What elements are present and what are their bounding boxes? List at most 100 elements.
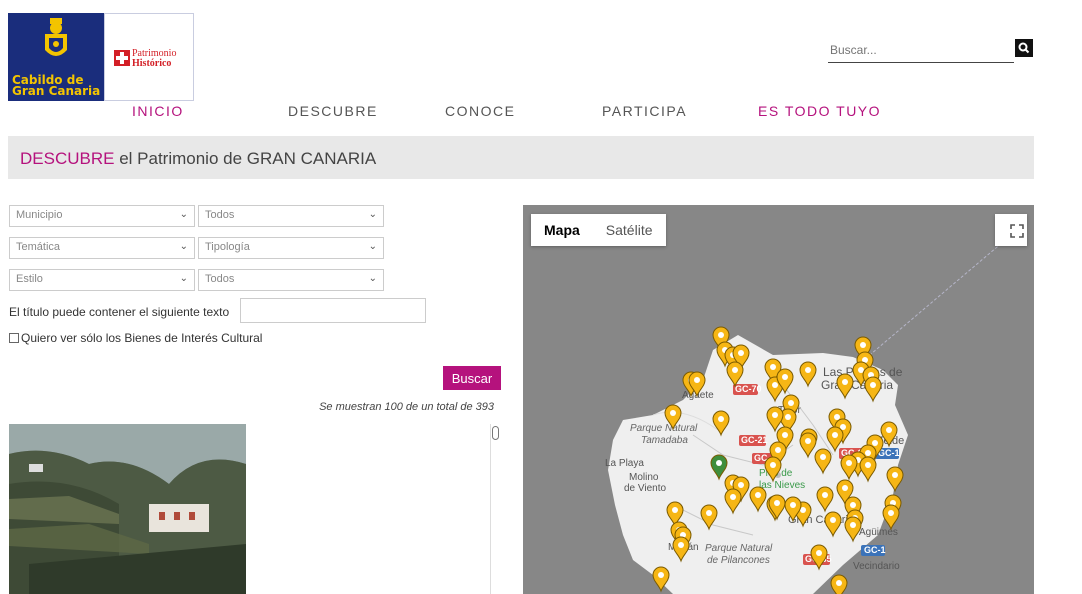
nav-es-todo-tuyo[interactable]: ES TODO TUYO [758,103,881,119]
cabildo-logo[interactable]: Cabildo de Gran Canaria [8,13,104,101]
estilo-select-value: Estilo [16,273,43,285]
map-marker-dot [782,374,788,380]
result-thumbnail[interactable] [9,424,246,594]
cabildo-logo-text-2: Gran Canaria [12,84,101,98]
map-marker-dot [782,432,788,438]
map-type-control: Mapa Satélite [531,214,666,246]
bic-checkbox[interactable] [9,333,19,343]
map-marker-dot [772,382,778,388]
road-label: GC-1 [864,545,886,555]
map-marker-dot [730,494,736,500]
nav-inicio[interactable]: INICIO [132,103,184,119]
map-marker-dot [870,382,876,388]
map-canvas[interactable]: GC-70 GC-21 GC- GC-10 GC-1 GC-1 GC-65 Ag… [523,205,1034,594]
chevron-down-icon: ⌄ [368,241,377,252]
bic-checkbox-label[interactable]: Quiero ver sólo los Bienes de Interés Cu… [21,331,262,345]
page-title: DESCUBRE el Patrimonio de GRAN CANARIA [20,149,376,169]
page-title-rest: el Patrimonio de GRAN CANARIA [114,149,377,168]
chevron-down-icon: ⌄ [368,273,377,284]
map-marker-dot [672,507,678,513]
results-scrollbar-thumb[interactable] [492,426,499,440]
place-label: Parque Natural [630,423,698,434]
map-marker-dot [834,414,840,420]
place-label: de Viento [624,483,667,494]
landscape-photo [9,424,246,594]
chevron-down-icon: ⌄ [179,273,188,284]
page-title-banner: DESCUBRE el Patrimonio de GRAN CANARIA [8,136,1034,179]
place-label: Vecindario [853,561,900,572]
search-input[interactable] [828,38,1014,63]
filter-search-button[interactable]: Buscar [443,366,501,390]
red-cross-icon [114,50,130,66]
map-marker-dot [865,462,871,468]
municipio-select-value: Municipio [16,209,63,221]
map-marker-dot [774,500,780,506]
map-marker-dot [872,440,878,446]
map-marker-dot [790,502,796,508]
place-label: Agüimes [859,527,898,538]
chevron-down-icon: ⌄ [179,241,188,252]
map-marker-dot [738,482,744,488]
nav-descubre[interactable]: DESCUBRE [288,103,378,119]
map-marker-dot [805,367,811,373]
map-marker-dot [822,492,828,498]
place-label: Tamadaba [641,435,688,446]
map-marker-dot [732,367,738,373]
results-count: Se muestran 100 de un total de 393 [319,401,494,413]
map-marker-dot [865,450,871,456]
map-marker-dot [842,379,848,385]
map-marker-dot [755,492,761,498]
map-marker-dot [850,502,856,508]
place-label: de Pilancones [707,555,770,566]
nav-conoce[interactable]: CONOCE [445,103,515,119]
results-scrollbar[interactable] [490,424,501,594]
map-marker-dot [805,438,811,444]
map-marker-dot [836,580,842,586]
search-button[interactable] [1015,39,1033,57]
nav-participa[interactable]: PARTICIPA [602,103,687,119]
map-marker-dot [788,400,794,406]
map-marker-dot [770,462,776,468]
map-marker-dot [706,510,712,516]
tematica-select-value: Temática [16,241,61,253]
map-marker-dot [775,447,781,453]
map-marker-dot [850,522,856,528]
municipio-detail-select[interactable]: Todos ⌄ [198,205,384,227]
map-marker-dot [670,410,676,416]
map-marker-dot [888,510,894,516]
map-marker-dot [832,432,838,438]
tipologia-select[interactable]: Tipología ⌄ [198,237,384,259]
map-marker-dot [886,427,892,433]
title-filter-label: El título puede contener el siguiente te… [9,305,230,319]
municipio-select[interactable]: Municipio ⌄ [9,205,195,227]
fullscreen-icon [1010,224,1024,238]
estilo-detail-select[interactable]: Todos ⌄ [198,269,384,291]
coat-of-arms-icon [45,18,67,56]
map-marker-dot [718,416,724,422]
map-marker-dot [716,460,722,466]
place-label: La Playa [605,458,644,469]
map-marker-dot [785,414,791,420]
map-marker-dot [678,542,684,548]
place-label: Parque Natural [705,543,773,554]
chevron-down-icon: ⌄ [368,209,377,220]
map-marker-dot [830,517,836,523]
tematica-select[interactable]: Temática ⌄ [9,237,195,259]
page-title-highlight: DESCUBRE [20,149,115,168]
map-type-satellite-button[interactable]: Satélite [593,214,666,246]
map-type-map-button[interactable]: Mapa [531,214,593,246]
map-marker-dot [892,472,898,478]
patrimonio-logo[interactable]: Patrimonio Histórico [104,13,194,101]
map[interactable]: GC-70 GC-21 GC- GC-10 GC-1 GC-1 GC-65 Ag… [523,205,1034,594]
map-marker-dot [842,485,848,491]
estilo-detail-value: Todos [205,273,235,285]
place-label: Molino [629,472,659,483]
title-filter-input[interactable] [240,298,426,323]
map-marker-dot [860,342,866,348]
patrimonio-logo-text-2: Histórico [132,58,172,69]
estilo-select[interactable]: Estilo ⌄ [9,269,195,291]
fullscreen-button[interactable] [995,214,1027,246]
road-label: GC-70 [735,384,762,394]
map-marker-dot [816,550,822,556]
municipio-detail-value: Todos [205,209,235,221]
